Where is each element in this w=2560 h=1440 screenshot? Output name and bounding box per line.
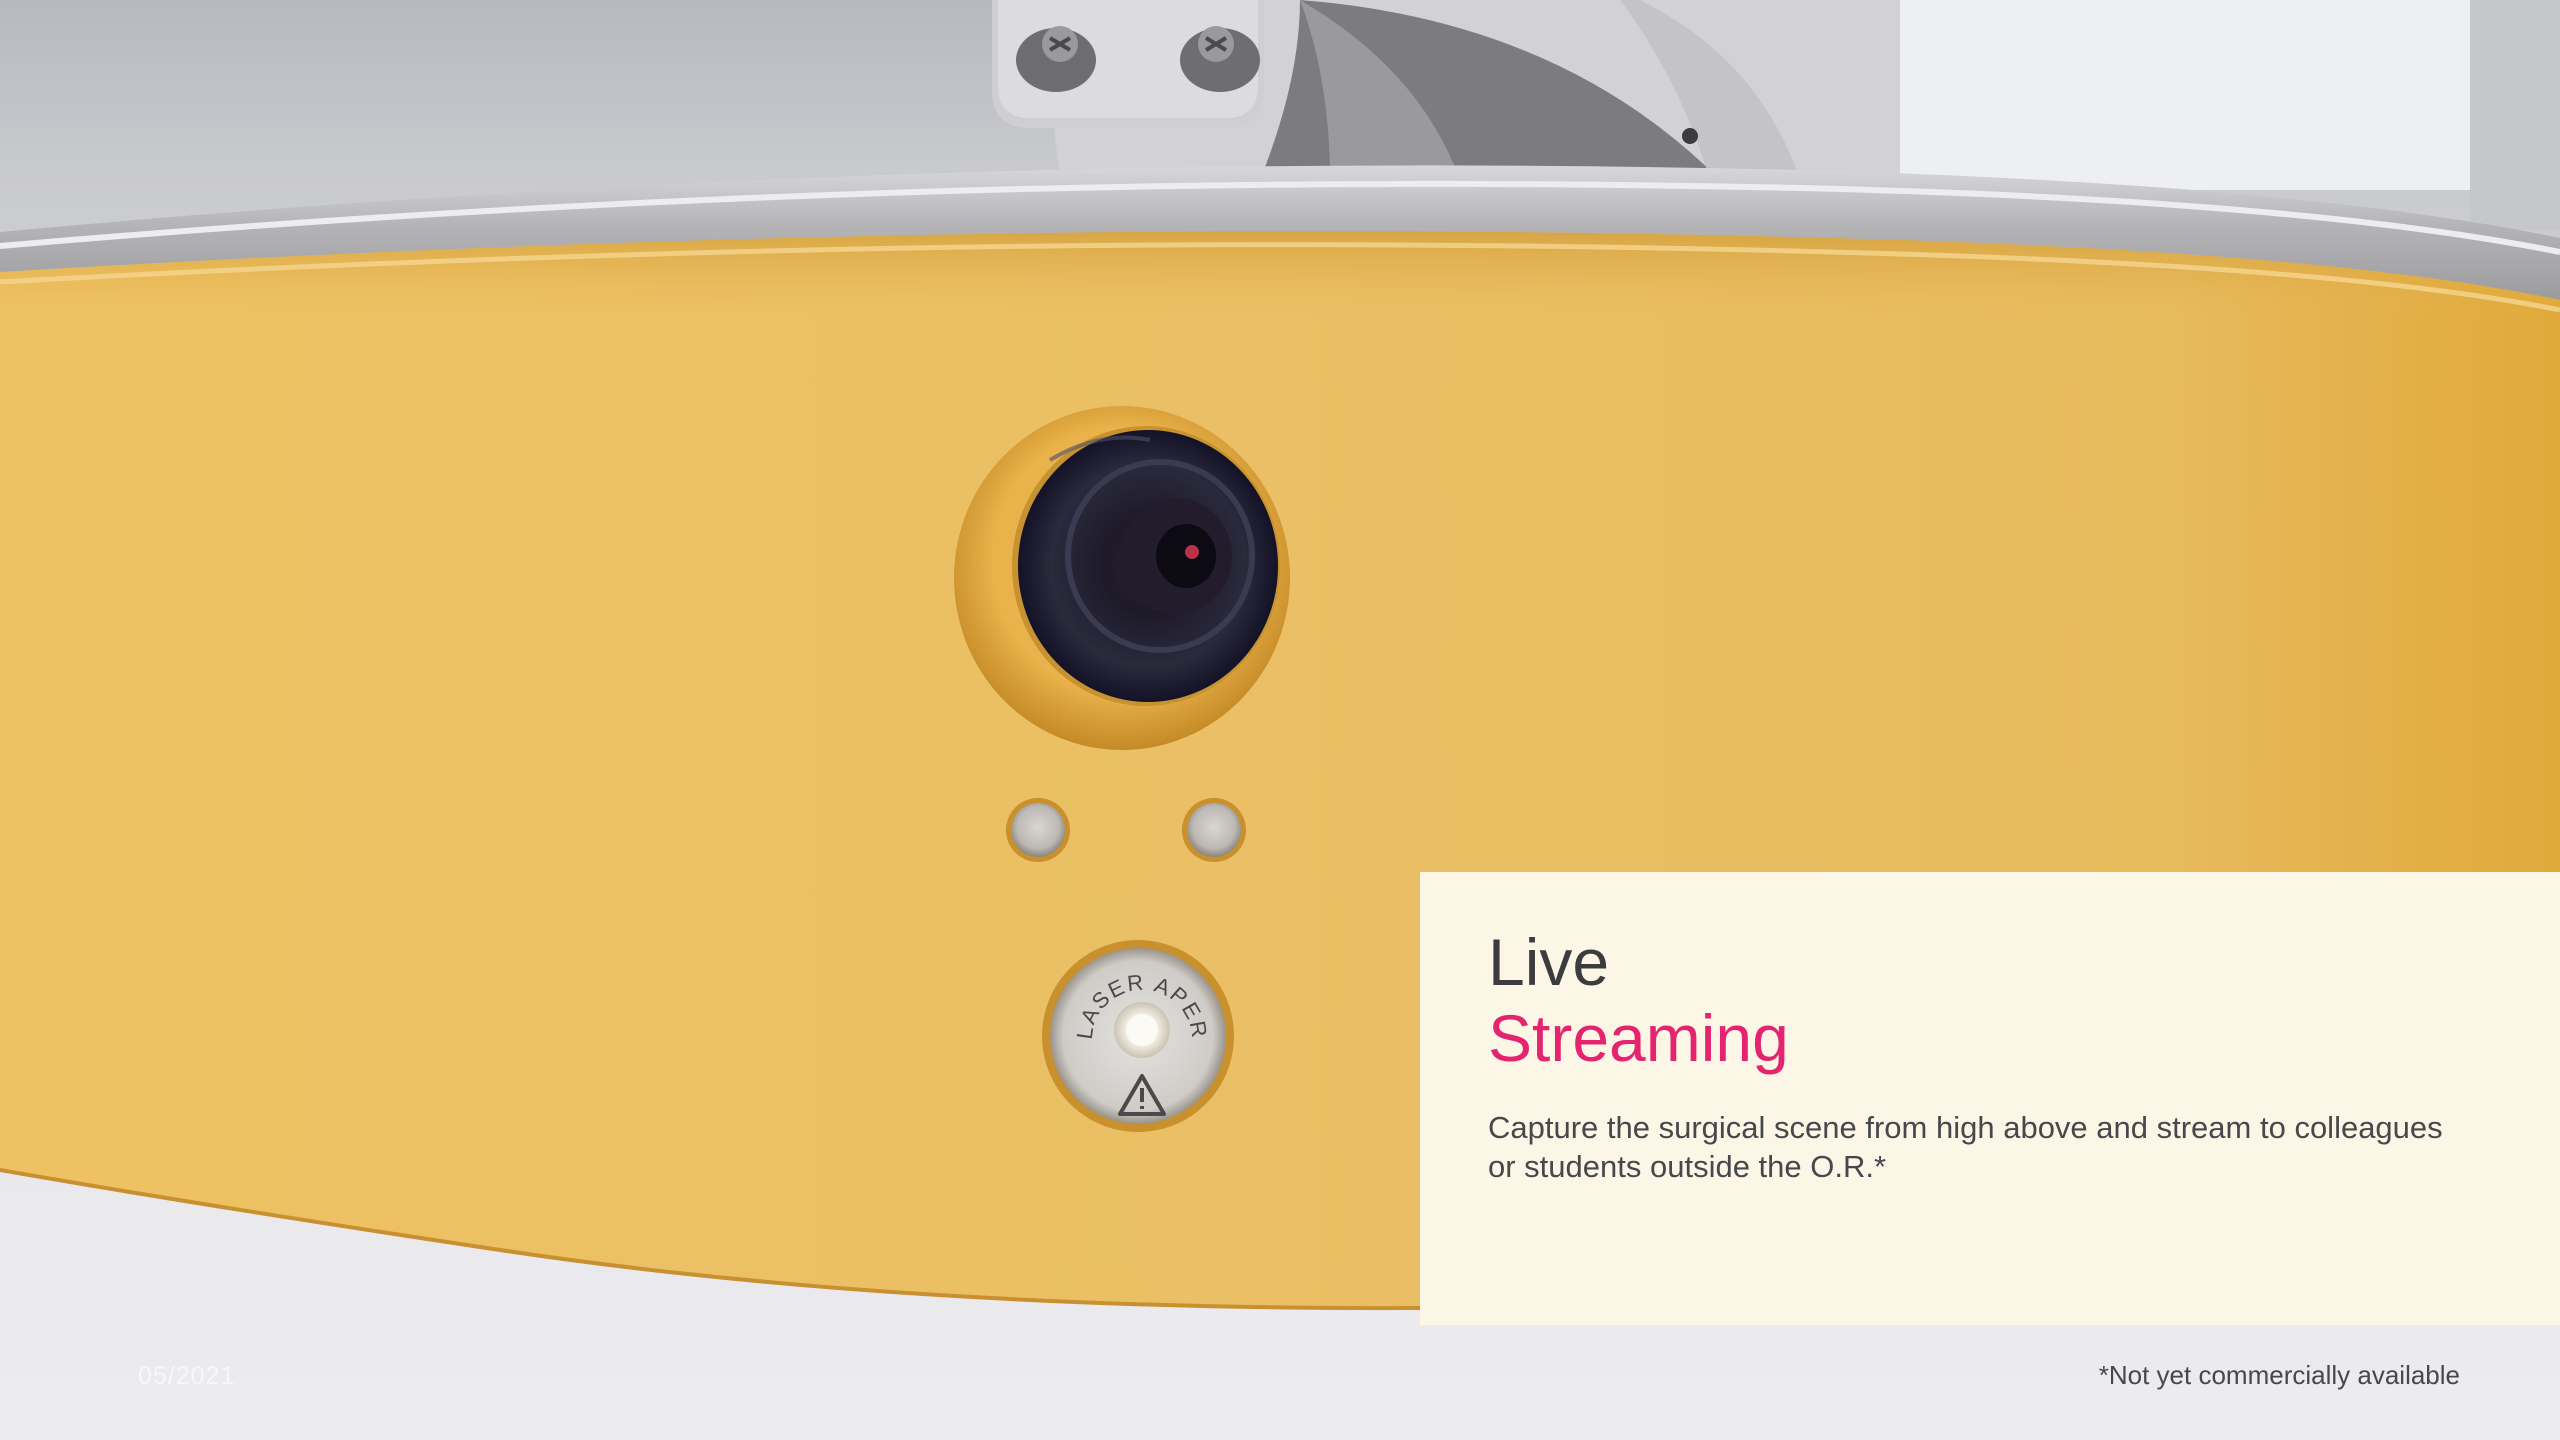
slide-description: Capture the surgical scene from high abo… <box>1488 1110 2443 1184</box>
info-panel: Live Streaming Capture the surgical scen… <box>1420 872 2560 1325</box>
slide: LASER APERTURE Live Streaming Capture th… <box>0 0 2560 1440</box>
slide-title-line-1: Live <box>1488 925 1610 999</box>
date-label: 05/2021 <box>138 1362 236 1390</box>
slide-title-line-2: Streaming <box>1488 1001 1789 1075</box>
footnote: *Not yet commercially available <box>2098 1360 2460 1390</box>
